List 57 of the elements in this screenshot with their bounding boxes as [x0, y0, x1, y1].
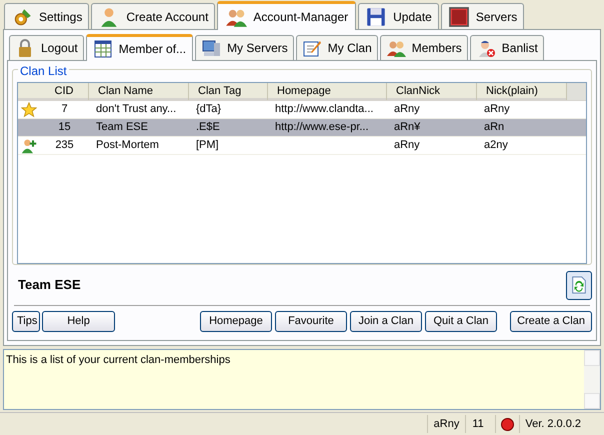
- table-cell-text: aRn¥: [394, 120, 420, 136]
- selected-clan-name: Team ESE: [18, 276, 81, 294]
- tab[interactable]: My Clan: [296, 35, 378, 60]
- table-cell-text: .E$E: [196, 120, 220, 136]
- status-count: 11: [465, 415, 496, 433]
- table-cell-text: Team ESE: [96, 120, 148, 136]
- tab[interactable]: My Servers: [195, 35, 294, 60]
- monitor-icon: [448, 6, 470, 28]
- tab[interactable]: Create Account: [91, 3, 216, 29]
- table-row[interactable]: 7 don't Trust any... {dTa} http://www.clandta... aRny aRny: [18, 101, 586, 119]
- table-cell-text: 7: [61, 102, 68, 118]
- table-cell-text: Post-Mortem: [96, 138, 159, 154]
- button[interactable]: Homepage: [200, 311, 272, 332]
- table-cell-text: aRny: [394, 102, 420, 118]
- table-icon: [92, 39, 113, 59]
- table-cell-text: don't Trust any...: [96, 102, 176, 118]
- info-text: This is a list of your current clan-memberships: [6, 354, 230, 366]
- create-clan-button[interactable]: Create a Clan: [510, 311, 592, 332]
- tab[interactable]: Logout: [9, 35, 84, 60]
- table-cell-text: aRny: [394, 138, 420, 154]
- column-header[interactable]: Clan Tag: [189, 83, 268, 100]
- tab[interactable]: Member of...: [86, 34, 194, 61]
- button[interactable]: Join a Clan: [350, 311, 422, 332]
- tab[interactable]: Account-Manager: [217, 1, 356, 30]
- tab[interactable]: Settings: [4, 3, 90, 29]
- button[interactable]: Favourite: [275, 311, 347, 332]
- column-header[interactable]: ClanNick: [387, 83, 477, 100]
- column-header[interactable]: Clan Name: [89, 83, 189, 100]
- tab[interactable]: Banlist: [470, 35, 544, 60]
- tab[interactable]: Servers: [440, 3, 524, 29]
- column-header[interactable]: Homepage: [268, 83, 387, 100]
- table-cell-text: a2ny: [484, 138, 508, 154]
- table-row[interactable]: 235 Post-Mortem [PM] aRny a2ny: [18, 137, 586, 155]
- computer-icon: [201, 38, 222, 58]
- star-icon: [21, 102, 37, 118]
- user-add-icon: [21, 138, 37, 154]
- status-user: aRny: [426, 415, 466, 433]
- column-header[interactable]: CID: [40, 83, 89, 100]
- refresh-icon: [570, 275, 588, 295]
- status-version: Ver. 2.0.0.2: [519, 415, 586, 433]
- refresh-button[interactable]: [566, 270, 592, 300]
- table-cell-text: {dTa}: [196, 102, 222, 118]
- button[interactable]: Quit a Clan: [425, 311, 497, 332]
- tab[interactable]: Members: [380, 35, 468, 60]
- scrollbar: [584, 350, 600, 409]
- button[interactable]: Help: [42, 311, 115, 332]
- table-cell-text: [PM]: [196, 138, 219, 154]
- table-cell-text: 235: [55, 138, 74, 154]
- table-cell-text: http://www.ese-pr...: [275, 120, 369, 136]
- table-cell-text: aRn: [484, 120, 504, 136]
- button[interactable]: Tips: [12, 311, 40, 332]
- table-row[interactable]: 15 Team ESE .E$E http://www.ese-pr... aRn¥ aRn: [18, 119, 586, 137]
- floppy-icon: [365, 6, 388, 28]
- table-cell-text: 15: [58, 120, 71, 136]
- table-cell-text: aRny: [484, 102, 510, 118]
- table-cell-text: http://www.clandta...: [275, 102, 374, 118]
- tab[interactable]: Update: [358, 3, 439, 29]
